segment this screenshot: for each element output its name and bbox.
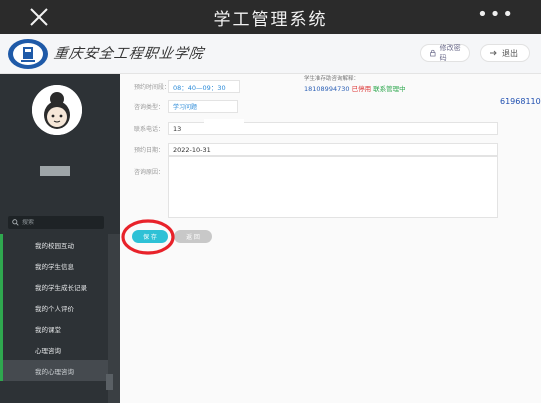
app-title: 学工管理系统 [213, 10, 328, 30]
sidebar-item-label: 我的课堂 [35, 325, 61, 334]
search-input[interactable] [22, 219, 92, 226]
sidebar-menu: 我的校园互动 我的学生信息 我的学生成长记录 我的个人评价 我的课堂 心理咨询 … [0, 234, 108, 381]
change-password-label: 修改密码 [439, 44, 461, 62]
username-redacted [40, 166, 70, 176]
reason-textarea[interactable] [168, 156, 498, 218]
sidebar-item-label: 我的校园互动 [35, 241, 74, 250]
sidebar-item-label: 心理咨询 [35, 346, 61, 355]
type-label: 咨询类型： [134, 104, 165, 111]
page: 重庆安全工程职业学院 修改密码 退出 搜索 我的校园互动 我的学生信息 我的学生… [0, 34, 541, 403]
notice-line-2: 18108994730 已停用 联系管理中 [304, 83, 406, 93]
sidebar-item-label: 我的个人评价 [35, 304, 74, 313]
logout-icon [490, 50, 497, 56]
school-logo [8, 39, 48, 69]
sidebar-item-growth-record[interactable]: 我的学生成长记录 [0, 276, 108, 297]
red-circle-annotation [121, 219, 175, 255]
app-bar: 学工管理系统 ••• [0, 0, 541, 34]
sidebar-item-campus-interaction[interactable]: 我的校园互动 [0, 234, 108, 255]
phone-label: 联系电话： [134, 126, 165, 133]
notice-line-1: 学生准存助咨询解释： [304, 76, 360, 82]
logout-button[interactable]: 退出 [480, 44, 530, 62]
back-button[interactable]: 返 回 [174, 230, 212, 243]
time-slot-field[interactable]: 08：40—09：30 [168, 80, 240, 93]
time-label: 预约时间段： [134, 84, 171, 91]
sidebar-item-student-info[interactable]: 我的学生信息 [0, 255, 108, 276]
logout-label: 退出 [502, 48, 518, 58]
notice-red-text: 已停用 [351, 85, 372, 93]
avatar [32, 85, 82, 135]
sidebar-scrollbar[interactable] [106, 374, 113, 390]
date-field[interactable]: 2022-10-31 [168, 143, 498, 156]
notice-number: 18108994730 [304, 85, 350, 93]
main-content: 预约时间段： 08：40—09：30 学生准存助咨询解释： 1810899473… [120, 74, 541, 403]
notice-green-text: 联系管理中 [373, 85, 406, 93]
reason-label: 咨询原因： [134, 169, 165, 176]
more-menu-icon[interactable]: ••• [477, 6, 515, 24]
sidebar-item-counseling[interactable]: 心理咨询 [0, 339, 108, 360]
sidebar-item-label: 我的心理咨询 [35, 367, 74, 376]
sidebar: 我的校园互动 我的学生信息 我的学生成长记录 我的个人评价 我的课堂 心理咨询 … [0, 74, 120, 403]
school-name: 重庆安全工程职业学院 [52, 46, 205, 62]
consult-type-field[interactable]: 学习问题 [168, 100, 238, 113]
lock-icon [430, 49, 436, 57]
sidebar-item-evaluation[interactable]: 我的个人评价 [0, 297, 108, 318]
phone-redaction [204, 119, 244, 133]
sidebar-item-label: 我的学生成长记录 [35, 283, 87, 292]
sidebar-item-label: 我的学生信息 [35, 262, 74, 271]
date-label: 预约日期： [134, 147, 165, 154]
sidebar-search[interactable] [8, 216, 104, 229]
sidebar-item-my-counseling[interactable]: 我的心理咨询 [0, 360, 108, 381]
phone-overlay: 61968110 [500, 97, 541, 106]
site-header: 重庆安全工程职业学院 修改密码 退出 [0, 34, 541, 74]
sidebar-item-classroom[interactable]: 我的课堂 [0, 318, 108, 339]
search-icon [12, 219, 19, 226]
change-password-button[interactable]: 修改密码 [420, 44, 470, 62]
